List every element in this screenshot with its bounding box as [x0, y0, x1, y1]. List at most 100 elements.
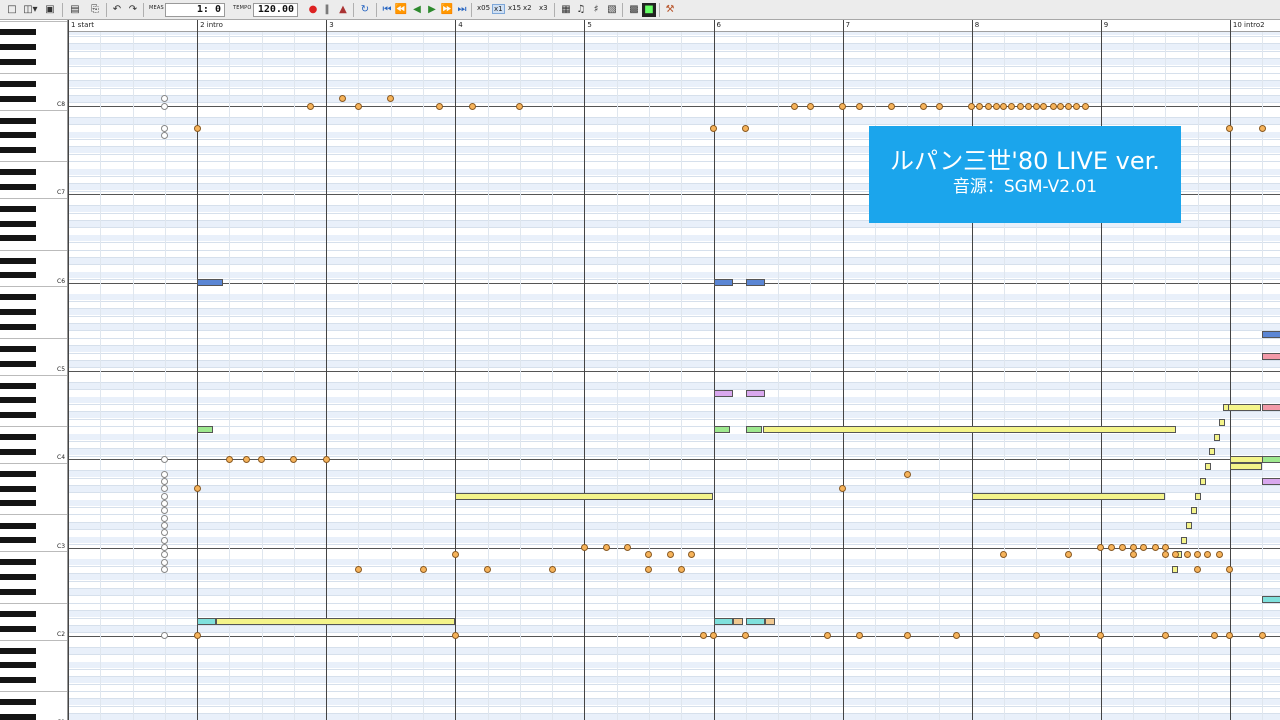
drum-hit[interactable]	[307, 102, 315, 110]
note-block[interactable]	[1190, 507, 1197, 515]
zoom-x1-button[interactable]: x1	[492, 4, 505, 14]
drum-hit[interactable]	[623, 544, 631, 552]
drum-hit[interactable]	[548, 566, 556, 574]
note-block[interactable]	[1262, 595, 1280, 603]
drum-hit[interactable]	[161, 102, 169, 110]
drum-hit[interactable]	[1032, 632, 1040, 640]
black-key[interactable]	[0, 169, 36, 176]
note-block[interactable]	[1214, 433, 1221, 441]
note-block[interactable]	[1262, 455, 1280, 463]
drum-hit[interactable]	[193, 124, 201, 132]
black-key[interactable]	[0, 699, 36, 706]
black-key[interactable]	[0, 29, 36, 36]
drum-hit[interactable]	[806, 102, 814, 110]
drum-hit[interactable]	[1107, 544, 1115, 552]
note-block[interactable]	[1185, 522, 1192, 530]
note-block[interactable]	[745, 617, 766, 625]
drum-hit[interactable]	[1258, 632, 1266, 640]
note-block[interactable]	[216, 617, 456, 625]
black-key[interactable]	[0, 183, 36, 190]
note-block[interactable]	[745, 389, 766, 397]
black-key[interactable]	[0, 625, 36, 632]
black-key[interactable]	[0, 500, 36, 507]
measure-label[interactable]: 9	[1104, 21, 1108, 29]
zoom-x05-button[interactable]: x05	[477, 4, 490, 12]
black-key[interactable]	[0, 485, 36, 492]
black-key[interactable]	[0, 220, 36, 227]
drum-hit[interactable]	[1194, 566, 1202, 574]
drum-hit[interactable]	[667, 551, 675, 559]
drum-hit[interactable]	[1161, 544, 1169, 552]
note-block[interactable]	[1199, 477, 1206, 485]
drum-hit[interactable]	[451, 632, 459, 640]
black-key[interactable]	[0, 382, 36, 389]
drum-hit[interactable]	[1065, 551, 1073, 559]
measure-label[interactable]: 7	[846, 21, 850, 29]
note-block[interactable]	[1181, 536, 1188, 544]
measure-label[interactable]: 2 intro	[200, 21, 223, 29]
go-to-start-icon[interactable]: ⏮	[380, 3, 394, 17]
note-block[interactable]	[197, 617, 217, 625]
drum-hit[interactable]	[1129, 551, 1137, 559]
drum-hit[interactable]	[161, 492, 169, 500]
drum-hit[interactable]	[823, 632, 831, 640]
drum-hit[interactable]	[1081, 102, 1089, 110]
drum-hit[interactable]	[1194, 551, 1202, 559]
drum-hit[interactable]	[1161, 551, 1169, 559]
save-icon[interactable]: ▣	[43, 3, 57, 17]
drum-hit[interactable]	[968, 102, 976, 110]
black-key[interactable]	[0, 448, 36, 455]
measure-label[interactable]: 4	[458, 21, 462, 29]
play-icon[interactable]: ▶	[425, 3, 439, 17]
drum-hit[interactable]	[484, 566, 492, 574]
measure-label[interactable]: 1 start	[71, 21, 94, 29]
drum-hit[interactable]	[161, 632, 169, 640]
zoom-x3-button[interactable]: x3	[539, 4, 548, 12]
drum-hit[interactable]	[952, 632, 960, 640]
black-key[interactable]	[0, 345, 36, 352]
drum-hit[interactable]	[742, 124, 750, 132]
mixer-icon[interactable]: ▩	[627, 3, 641, 17]
black-key[interactable]	[0, 132, 36, 139]
rewind-fast-icon[interactable]: ⏪	[394, 3, 408, 17]
wrench-icon[interactable]: ⚒	[663, 3, 677, 17]
drum-hit[interactable]	[161, 124, 169, 132]
drum-hit[interactable]	[1139, 544, 1147, 552]
drum-hit[interactable]	[1057, 102, 1065, 110]
note-block[interactable]	[713, 426, 730, 434]
drum-hit[interactable]	[742, 632, 750, 640]
drum-hit[interactable]	[516, 102, 524, 110]
measure-label[interactable]: 10 intro2	[1233, 21, 1265, 29]
drum-hit[interactable]	[699, 632, 707, 640]
drum-hit[interactable]	[290, 455, 298, 463]
note-block[interactable]	[1262, 352, 1280, 360]
drum-hit[interactable]	[839, 102, 847, 110]
note-block[interactable]	[1229, 463, 1263, 471]
drum-hit[interactable]	[419, 566, 427, 574]
drum-hit[interactable]	[992, 102, 1000, 110]
drum-hit[interactable]	[436, 102, 444, 110]
black-key[interactable]	[0, 647, 36, 654]
drum-hit[interactable]	[161, 566, 169, 574]
note-block[interactable]	[1218, 418, 1225, 426]
black-key[interactable]	[0, 117, 36, 124]
drum-hit[interactable]	[1008, 102, 1016, 110]
black-key[interactable]	[0, 272, 36, 279]
staff-view-icon[interactable]: ♫	[574, 3, 588, 17]
black-key[interactable]	[0, 397, 36, 404]
drum-hit[interactable]	[468, 102, 476, 110]
undo-icon[interactable]: ↶	[110, 3, 124, 17]
black-key[interactable]	[0, 95, 36, 102]
black-key[interactable]	[0, 294, 36, 301]
drum-hit[interactable]	[354, 566, 362, 574]
record-icon[interactable]: ●	[306, 3, 320, 17]
drum-view-icon[interactable]: ♯	[589, 3, 603, 17]
drum-hit[interactable]	[1119, 544, 1127, 552]
black-key[interactable]	[0, 610, 36, 617]
black-key[interactable]	[0, 323, 36, 330]
black-key[interactable]	[0, 537, 36, 544]
black-key[interactable]	[0, 434, 36, 441]
export-icon[interactable]: ⎘	[88, 3, 102, 17]
zoom-x15-button[interactable]: x15	[508, 4, 521, 12]
note-block[interactable]	[713, 617, 733, 625]
